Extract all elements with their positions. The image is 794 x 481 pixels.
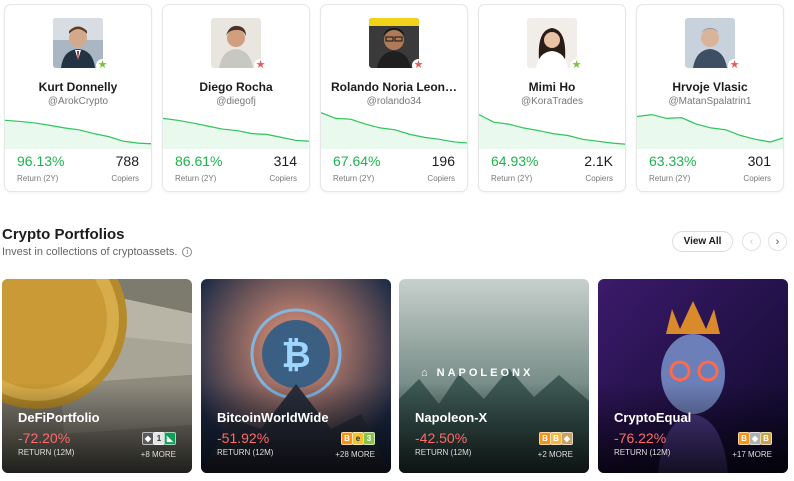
- sparkline-area: [321, 112, 467, 149]
- asset-icons: B ◆ B: [738, 432, 772, 445]
- portfolio-card[interactable]: DeFiPortfolio -72.20% RETURN (12M) ◆ 1 ◣…: [2, 279, 192, 473]
- carousel-next-button[interactable]: ›: [768, 232, 787, 251]
- red-star-icon: ★: [254, 59, 267, 72]
- napoleon-x-logo: ⌂ NAPOLEONX: [421, 367, 533, 379]
- return-value: 67.64%: [333, 153, 381, 169]
- return-value: 64.93%: [491, 153, 539, 169]
- return-label: Return (2Y): [333, 174, 375, 183]
- more-assets-count: +8 MORE: [140, 450, 176, 459]
- sparkline-chart: [321, 112, 467, 149]
- copiers-value: 314: [273, 153, 297, 169]
- portfolio-card[interactable]: ⌂ NAPOLEONX Napoleon-X -42.50% RETURN (1…: [399, 279, 589, 473]
- return-value: 96.13%: [17, 153, 65, 169]
- portfolio-shade: [201, 383, 391, 473]
- logo-text: NAPOLEONX: [436, 367, 534, 379]
- asset-icon: B: [760, 432, 772, 445]
- sparkline-area: [163, 118, 309, 149]
- chevron-right-icon: ›: [775, 235, 780, 248]
- portfolio-return: -42.50%: [415, 430, 468, 446]
- green-star-icon: ★: [96, 59, 109, 72]
- view-all-button[interactable]: View All: [672, 231, 733, 252]
- trader-card[interactable]: ★ Rolando Noria Leon… @rolando34 67.64% …: [320, 4, 468, 192]
- asset-icons: B e 3: [341, 432, 375, 445]
- portfolio-return-label: RETURN (12M): [217, 448, 274, 457]
- copiers-label: Copiers: [585, 174, 613, 183]
- trader-name[interactable]: Mimi Ho: [485, 80, 619, 94]
- asset-icon: 3: [363, 432, 375, 445]
- portfolio-return: -72.20%: [18, 430, 71, 446]
- portfolio-name[interactable]: DeFiPortfolio: [18, 410, 100, 425]
- copiers-value: 196: [431, 153, 455, 169]
- carousel-prev-button[interactable]: ‹: [742, 232, 761, 251]
- svg-text:₿: ₿: [281, 335, 310, 376]
- copiers-label: Copiers: [427, 174, 455, 183]
- chevron-left-icon: ‹: [749, 235, 754, 248]
- return-label: Return (2Y): [175, 174, 217, 183]
- sparkline-area: [5, 120, 151, 149]
- asset-icon: ◆: [561, 432, 573, 445]
- red-star-icon: ★: [412, 59, 425, 72]
- more-assets-count: +2 MORE: [537, 450, 573, 459]
- avatar[interactable]: ★: [685, 18, 741, 72]
- portfolio-shade: [2, 383, 192, 473]
- section-title: Crypto Portfolios: [2, 226, 125, 243]
- trader-name[interactable]: Hrvoje Vlasic: [643, 80, 777, 94]
- more-assets-count: +17 MORE: [732, 450, 772, 459]
- trader-name[interactable]: Rolando Noria Leon…: [327, 80, 461, 94]
- avatar[interactable]: ★: [527, 18, 583, 72]
- return-value: 63.33%: [649, 153, 697, 169]
- copiers-value: 301: [747, 153, 771, 169]
- trader-card[interactable]: ★ Hrvoje Vlasic @MatanSpalatrin1 63.33% …: [636, 4, 784, 192]
- copiers-label: Copiers: [111, 174, 139, 183]
- portfolio-return-label: RETURN (12M): [415, 448, 472, 457]
- sparkline-chart: [5, 119, 151, 149]
- portfolio-name[interactable]: CryptoEqual: [614, 410, 691, 425]
- sparkline-chart: [163, 117, 309, 149]
- section-subtitle-text: Invest in collections of cryptoassets.: [2, 246, 178, 258]
- portfolio-name[interactable]: BitcoinWorldWide: [217, 410, 329, 425]
- asset-icons: ◆ 1 ◣: [142, 432, 176, 445]
- portfolio-return: -76.22%: [614, 430, 667, 446]
- portfolio-name[interactable]: Napoleon-X: [415, 410, 487, 425]
- trader-card[interactable]: ★ Mimi Ho @KoraTrades 64.93% Return (2Y)…: [478, 4, 626, 192]
- sparkline-chart: [637, 113, 783, 149]
- return-value: 86.61%: [175, 153, 223, 169]
- trader-name[interactable]: Kurt Donnelly: [11, 80, 145, 94]
- green-star-icon: ★: [570, 59, 583, 72]
- return-label: Return (2Y): [17, 174, 59, 183]
- portfolio-shade: [598, 383, 788, 473]
- avatar[interactable]: ★: [53, 18, 109, 72]
- trader-card[interactable]: ★ Kurt Donnelly @ArokCrypto 96.13% Retur…: [4, 4, 152, 192]
- return-label: Return (2Y): [491, 174, 533, 183]
- trader-name[interactable]: Diego Rocha: [169, 80, 303, 94]
- portfolio-return: -51.92%: [217, 430, 270, 446]
- more-assets-count: +28 MORE: [335, 450, 375, 459]
- portfolio-return-label: RETURN (12M): [18, 448, 75, 457]
- portfolio-card[interactable]: ₿ BitcoinWorldWide -51.92% RETURN (12M) …: [201, 279, 391, 473]
- copiers-value: 2.1K: [584, 153, 613, 169]
- section-subtitle: Invest in collections of cryptoassets. i: [2, 246, 193, 258]
- return-label: Return (2Y): [649, 174, 691, 183]
- info-icon[interactable]: i: [182, 247, 193, 257]
- portfolio-card[interactable]: CryptoEqual -76.22% RETURN (12M) B ◆ B +…: [598, 279, 788, 473]
- sparkline-chart: [479, 114, 625, 149]
- page: ★ Kurt Donnelly @ArokCrypto 96.13% Retur…: [0, 0, 794, 481]
- sparkline-area: [637, 114, 783, 149]
- home-icon: ⌂: [421, 367, 431, 379]
- copiers-value: 788: [115, 153, 139, 169]
- portfolio-return-label: RETURN (12M): [614, 448, 671, 457]
- copiers-label: Copiers: [269, 174, 297, 183]
- avatar[interactable]: ★: [211, 18, 267, 72]
- copiers-label: Copiers: [743, 174, 771, 183]
- portfolio-shade: [399, 383, 589, 473]
- sparkline-area: [479, 114, 625, 149]
- trader-card[interactable]: ★ Diego Rocha @diegofj 86.61% Return (2Y…: [162, 4, 310, 192]
- popular-investors-row: ★ Kurt Donnelly @ArokCrypto 96.13% Retur…: [0, 0, 794, 196]
- asset-icon: ◣: [164, 432, 176, 445]
- avatar[interactable]: ★: [369, 18, 425, 72]
- red-star-icon: ★: [728, 59, 741, 72]
- asset-icons: B B ◆: [539, 432, 573, 445]
